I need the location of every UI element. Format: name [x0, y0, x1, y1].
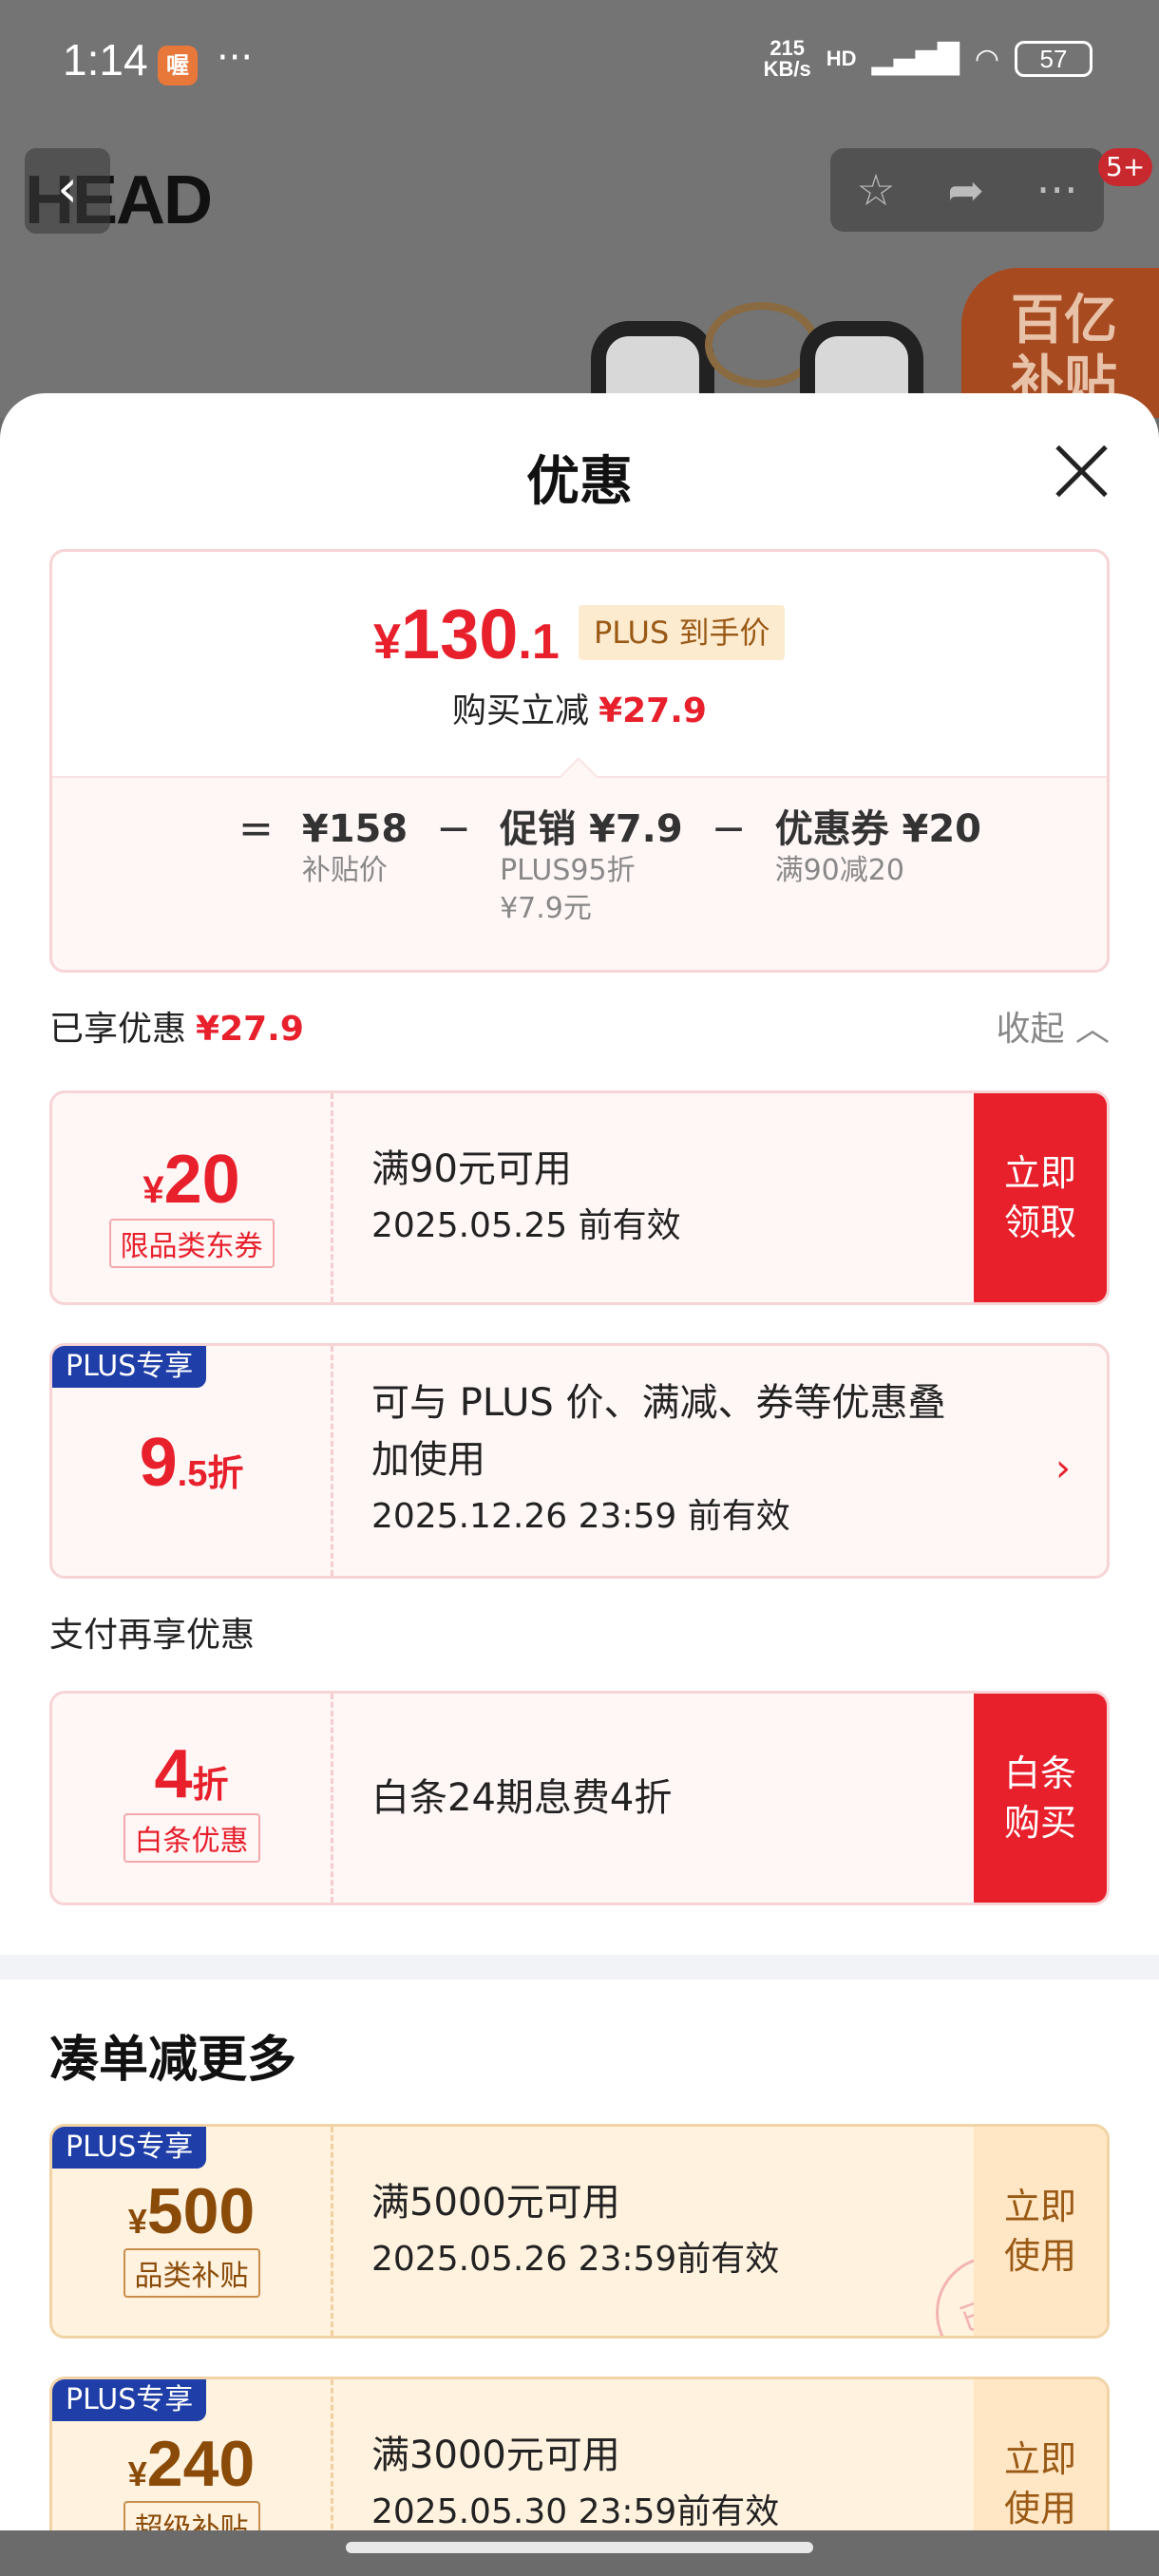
baitiao-tag: 白条优惠 — [123, 1813, 260, 1863]
star-icon[interactable]: ☆ — [856, 164, 895, 216]
coupon-validity: 2025.05.26 23:59前有效 — [371, 2240, 780, 2279]
coupon-tag: 品类补贴 — [123, 2248, 260, 2298]
coupon-tag: 限品类东券 — [108, 1219, 275, 1268]
hd-icon: HD — [826, 47, 857, 70]
price-formula: = ¥158 补贴价 − 促销 ¥7.9 PLUS95折 ¥7.9元 − 优惠券… — [52, 776, 1107, 970]
chevron-right-icon: › — [1055, 1447, 1071, 1490]
home-gesture-handle[interactable] — [346, 2542, 813, 2553]
more-notifications-icon: ··· — [217, 36, 254, 80]
formula-subsidy-price: ¥158 补贴价 — [301, 807, 408, 887]
more-discounts-title: 凑单减更多 — [49, 2032, 297, 2089]
status-time: 1:14 — [63, 35, 148, 85]
signal-icon: ▂▄▆█ — [871, 42, 960, 76]
close-icon[interactable] — [1053, 443, 1110, 500]
back-button[interactable]: ‹ — [25, 148, 110, 234]
baitiao-buy-button[interactable]: 白条购买 — [974, 1694, 1107, 1903]
cart-badge: 5+ — [1098, 148, 1153, 186]
enjoyed-offers-row: 已享优惠 ¥27.9 收起 ︿ — [49, 1001, 1110, 1051]
coupon-condition: 满3000元可用 — [371, 2434, 620, 2477]
payment-section-label: 支付再享优惠 — [49, 1616, 256, 1655]
system-nav-bar — [0, 2530, 1159, 2576]
wifi-icon: ◠ — [974, 42, 999, 76]
plus-price-tag: PLUS 到手价 — [579, 605, 786, 660]
subsidy-coupon-card: PLUS专享 ¥240 超级补贴 满3000元可用 2025.05.30 23:… — [49, 2377, 1110, 2530]
sheet-title: 优惠 — [526, 451, 633, 513]
discount-value: 9.5折 — [52, 1346, 333, 1576]
status-bar: 1:14 喔 ··· 215 KB/s HD ▂▄▆█ ◠ 57 — [0, 0, 1159, 123]
buy-reduce: 购买立减 ¥27.9 — [452, 691, 707, 730]
use-coupon-button[interactable]: 立即使用 — [974, 2379, 1107, 2530]
coupon-value: ¥20 限品类东券 — [52, 1093, 333, 1302]
chevron-left-icon: ‹ — [57, 159, 78, 218]
price-summary-card: ¥130.1 PLUS 到手价 购买立减 ¥27.9 = ¥158 补贴价 − 促… — [49, 549, 1110, 973]
coupon-card: ¥20 限品类东券 满90元可用 2025.05.25 前有效 立即领取 — [49, 1090, 1110, 1305]
subsidy-coupon-card: PLUS专享 ¥500 品类补贴 满5000元可用 2025.05.26 23:… — [49, 2124, 1110, 2339]
more-icon[interactable]: ··· — [1036, 164, 1078, 216]
network-speed: 215 KB/s — [763, 36, 811, 81]
coupon-condition: 满5000元可用 — [371, 2181, 620, 2225]
claim-coupon-button[interactable]: 立即领取 — [974, 1093, 1107, 1302]
offers-sheet: 优惠 ¥130.1 PLUS 到手价 购买立减 ¥27.9 = ¥158 补贴价 … — [0, 393, 1159, 2530]
collapse-button[interactable]: 收起 ︿ — [997, 1001, 1110, 1051]
top-actions-bar: ☆ ➦ ··· — [830, 148, 1104, 232]
formula-promo: 促销 ¥7.9 PLUS95折 ¥7.9元 — [500, 807, 683, 925]
coupon-validity: 2025.05.25 前有效 — [371, 1206, 681, 1245]
baitiao-offer-text: 白条24期息费4折 — [371, 1776, 673, 1820]
coupon-condition: 满90元可用 — [371, 1147, 572, 1191]
coupon-validity: 2025.05.30 23:59前有效 — [371, 2492, 780, 2530]
final-price: ¥130.1 — [373, 595, 560, 673]
baitiao-coupon-card: 4折 白条优惠 白条24期息费4折 白条购买 — [49, 1691, 1110, 1905]
chevron-up-icon: ︿ — [1074, 1010, 1110, 1049]
coupon-tag: 超级补贴 — [123, 2501, 260, 2530]
plus-discount-card[interactable]: PLUS专享 9.5折 可与 PLUS 价、满减、券等优惠叠 加使用 2025.… — [49, 1343, 1110, 1579]
section-divider — [0, 1955, 1159, 1979]
app-notification-icon: 喔 — [158, 46, 198, 85]
formula-coupon: 优惠券 ¥20 满90减20 — [774, 807, 981, 887]
discount-validity: 2025.12.26 23:59 前有效 — [371, 1497, 790, 1536]
use-coupon-button[interactable]: 立即使用 — [974, 2127, 1107, 2336]
battery-icon: 57 — [1015, 41, 1092, 77]
share-icon[interactable]: ➦ — [947, 164, 984, 216]
